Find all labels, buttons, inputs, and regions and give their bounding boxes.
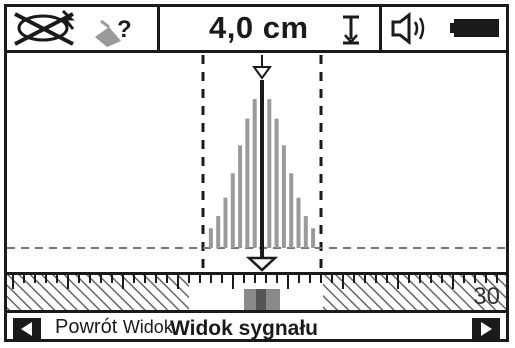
signal-bar — [289, 173, 294, 248]
signal-bar — [303, 216, 308, 248]
center-bottom-marker — [245, 256, 279, 272]
signal-graph — [7, 53, 506, 272]
position-scale: 30 — [7, 272, 506, 313]
arrow-left-icon — [21, 322, 32, 336]
signal-bar — [274, 118, 279, 248]
svg-text:?: ? — [117, 16, 132, 43]
detector-screen: ? 4,0 cm 30 Powrót Widok Widok sygnału — [4, 4, 509, 342]
depth-measurement: 4,0 cm — [209, 10, 309, 45]
signal-bar — [296, 197, 301, 248]
signal-bar — [252, 99, 257, 248]
battery-full-icon — [447, 7, 503, 50]
signal-bar — [216, 216, 221, 248]
speaker-volume-icon — [387, 7, 437, 50]
status-bar: ? 4,0 cm — [7, 7, 506, 53]
no-cable-detection-icon — [7, 7, 85, 50]
signal-bar — [281, 145, 286, 248]
unknown-material-icon: ? — [91, 7, 153, 50]
signal-bar — [223, 197, 228, 248]
center-top-marker — [252, 66, 272, 80]
current-view-title: Widok sygnału — [170, 317, 318, 340]
back-label[interactable]: Powrót Widok — [55, 316, 173, 339]
signal-bar — [208, 228, 213, 248]
signal-bar — [311, 228, 316, 248]
previous-view-button[interactable] — [13, 318, 41, 340]
bottom-navigation-bar: Powrót Widok Widok sygnału — [7, 313, 506, 342]
signal-bar — [267, 99, 272, 248]
signal-bar — [230, 173, 235, 248]
next-view-button[interactable] — [472, 318, 500, 340]
depth-pointer-icon — [337, 7, 365, 50]
arrow-right-icon — [481, 322, 492, 336]
scale-value-label: 30 — [473, 283, 500, 310]
signal-bar — [245, 118, 250, 248]
signal-bar — [238, 145, 243, 248]
